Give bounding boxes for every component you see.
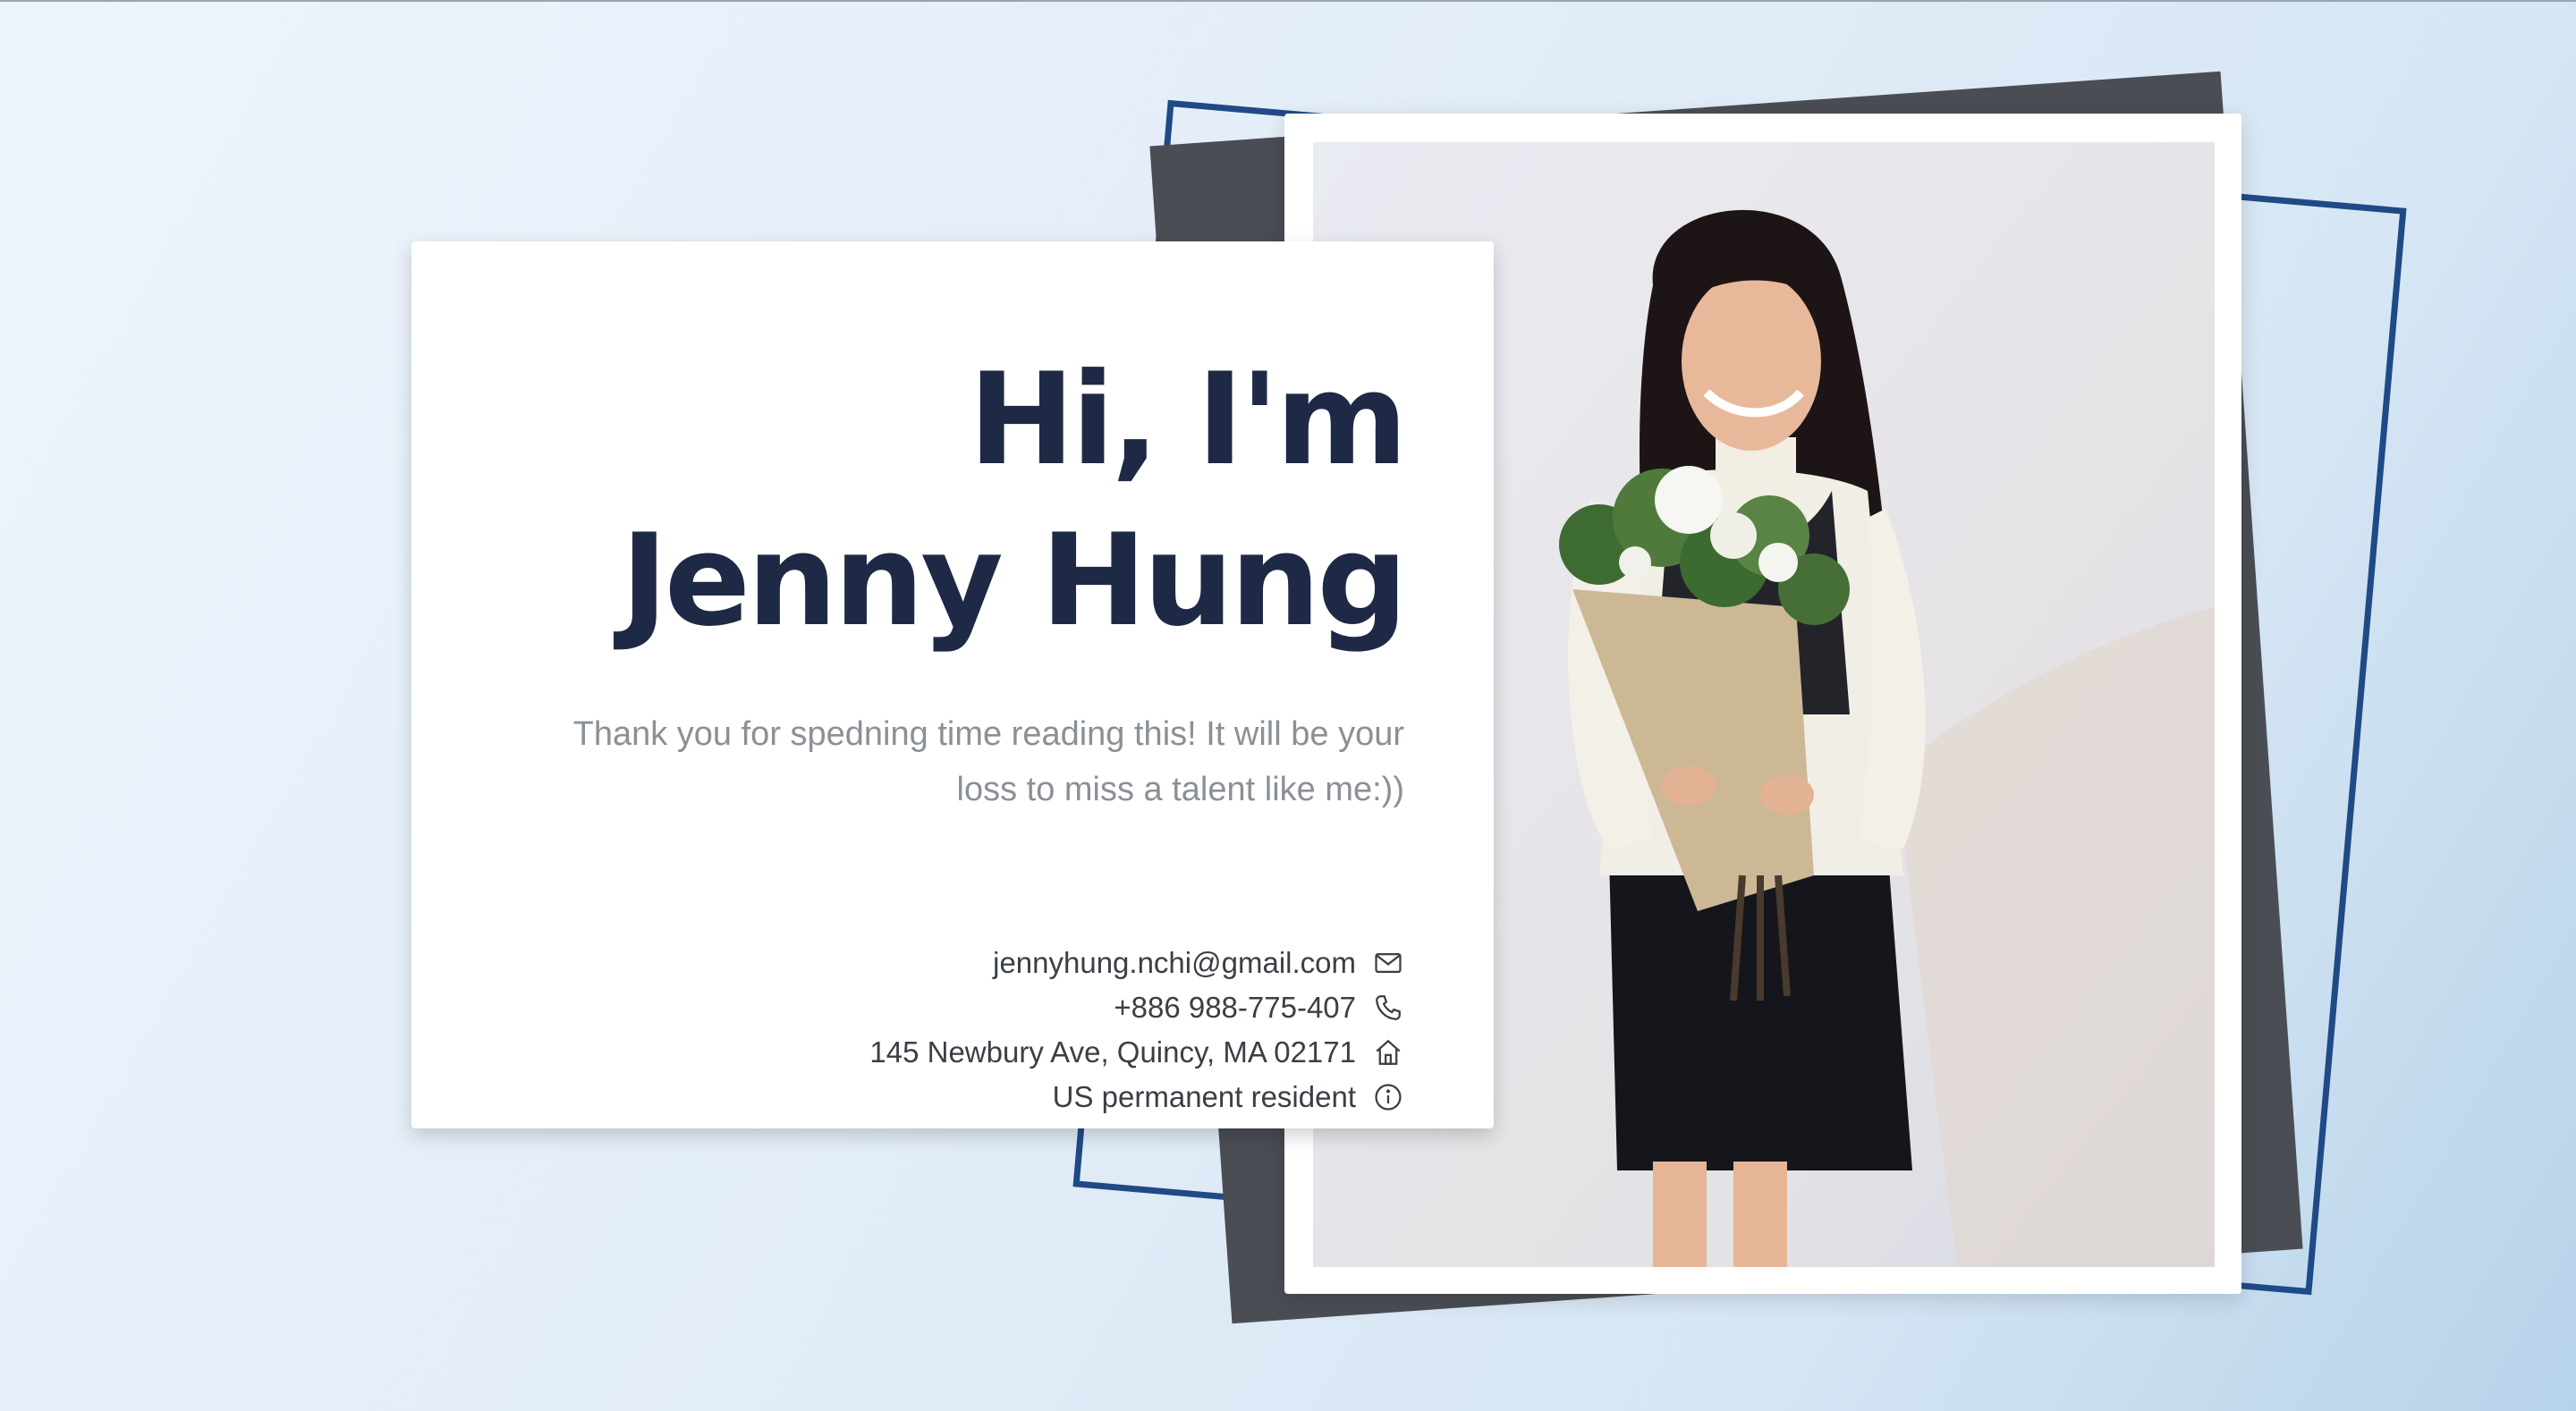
intro-subtitle: Thank you for spedning time reading this… [572,715,1404,808]
contact-email[interactable]: jennyhung.nchi@gmail.com [501,941,1404,985]
residency-text: US permanent resident [1052,1080,1356,1113]
phone-icon [1372,992,1404,1024]
page-title: Hi, I'm Jenny Hung [501,340,1408,662]
address-text: 145 Newbury Ave, Quincy, MA 02171 [869,1035,1356,1069]
mail-icon [1372,947,1404,979]
top-border [0,0,2576,2]
name-heading: Jenny Hung [621,507,1408,655]
email-text[interactable]: jennyhung.nchi@gmail.com [993,946,1356,980]
contact-list: jennyhung.nchi@gmail.com +886 988-775-40… [501,941,1404,1120]
contact-residency: US permanent resident [501,1075,1404,1120]
contact-address: 145 Newbury Ave, Quincy, MA 02171 [501,1030,1404,1075]
home-icon [1372,1036,1404,1069]
phone-text[interactable]: +886 988-775-407 [1114,991,1356,1025]
contact-phone[interactable]: +886 988-775-407 [501,985,1404,1030]
greeting-line: Hi, I'm [968,346,1408,494]
info-icon [1372,1081,1404,1113]
intro-card: Hi, I'm Jenny Hung Thank you for spednin… [411,241,1494,1128]
